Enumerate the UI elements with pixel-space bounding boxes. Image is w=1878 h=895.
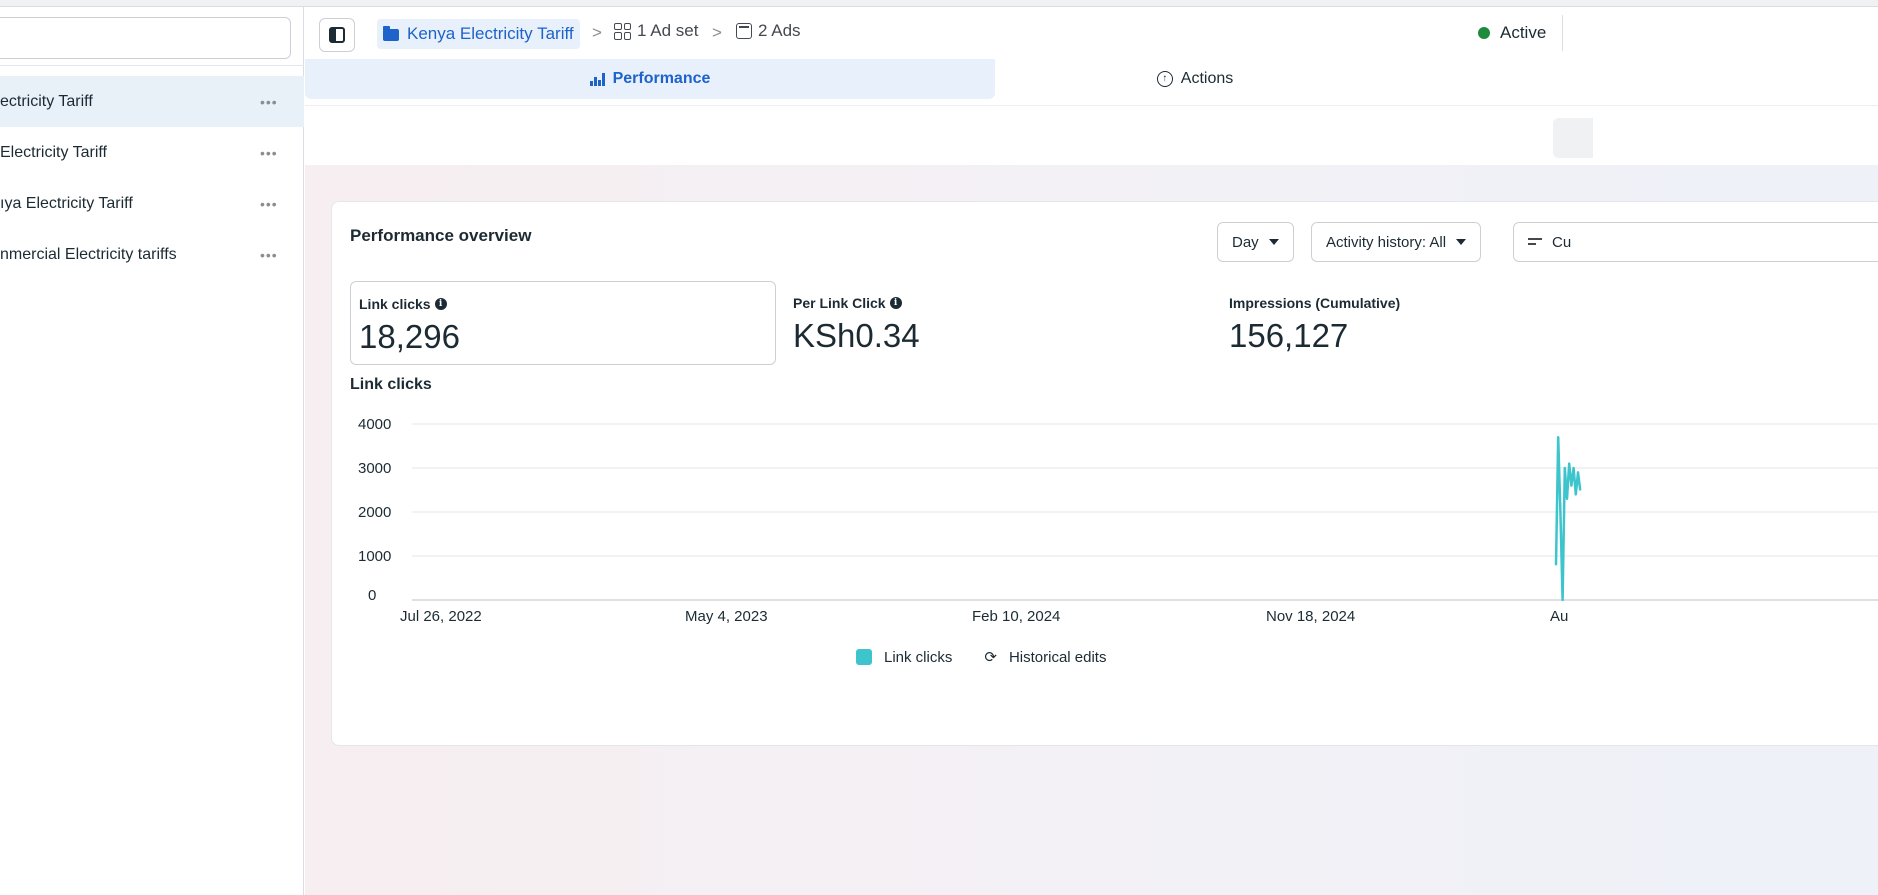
data-point[interactable]	[1564, 467, 1566, 469]
legend-label-link-clicks: Link clicks	[884, 648, 953, 666]
sidebar-item-campaign-3[interactable]: ıya Electricity Tariff •••	[0, 178, 304, 229]
window-frame: ectricity Tariff ••• Electricity Tariff …	[0, 0, 1878, 895]
performance-overview-card: Performance overview Day Activity histor…	[331, 201, 1878, 746]
tab-actions-label: Actions	[1180, 70, 1234, 87]
breadcrumb-adset-label: 1 Ad set	[637, 21, 699, 40]
tab-actions[interactable]: ↑ Actions	[995, 59, 1395, 99]
more-options-icon[interactable]: •••	[260, 145, 278, 161]
sidebar-item-label: nmercial Electricity tariffs	[0, 245, 177, 263]
breadcrumb-campaign[interactable]: Kenya Electricity Tariff	[377, 19, 580, 49]
x-tick-label: Feb 10, 2024	[972, 608, 1060, 625]
data-point[interactable]	[1555, 564, 1557, 566]
ads-manager-app: ectricity Tariff ••• Electricity Tariff …	[0, 6, 1878, 895]
data-point[interactable]	[1577, 471, 1579, 474]
more-options-icon[interactable]: •••	[260, 94, 278, 110]
status-indicator: Active	[1478, 23, 1546, 43]
y-tick-label: 4000	[358, 416, 391, 433]
sidebar-item-campaign-4[interactable]: nmercial Electricity tariffs •••	[0, 229, 304, 280]
series-line-link-clicks[interactable]	[1554, 435, 1582, 602]
breadcrumb-campaign-label: Kenya Electricity Tariff	[407, 24, 574, 43]
arrow-up-circle-icon: ↑	[1156, 71, 1173, 87]
bar-chart-icon	[589, 72, 605, 86]
sidebar-item-label: Electricity Tariff	[0, 143, 107, 161]
ad-set-grid-icon	[614, 22, 631, 40]
status-divider	[1562, 15, 1563, 51]
chart-legend: Link clicks ⟳ Historical edits	[856, 648, 1106, 666]
legend-label-historical-edits: Historical edits	[1008, 648, 1107, 666]
historical-edits-icon: ⟳	[984, 649, 997, 666]
data-point[interactable]	[1570, 484, 1573, 487]
data-point[interactable]	[1559, 511, 1562, 513]
toolbar-row	[305, 105, 1878, 165]
data-point[interactable]	[1575, 493, 1577, 496]
tab-bar: Performance ↑ Actions	[305, 59, 1878, 105]
y-tick-label: 2000	[358, 504, 391, 521]
more-options-icon[interactable]: •••	[260, 247, 278, 263]
data-point[interactable]	[1557, 436, 1559, 438]
x-tick-label: Nov 18, 2024	[1266, 608, 1355, 625]
breadcrumb-adset[interactable]: 1 Ad set	[614, 21, 698, 41]
data-point[interactable]	[1579, 489, 1581, 491]
legend-swatch-link-clicks	[856, 649, 872, 665]
y-tick-label: 3000	[358, 460, 391, 477]
x-tick-label: May 4, 2023	[685, 608, 768, 625]
x-tick-label: Jul 26, 2022	[400, 608, 482, 625]
breadcrumb-ads[interactable]: 2 Ads	[736, 21, 801, 41]
data-point[interactable]	[1561, 599, 1564, 601]
data-point[interactable]	[1568, 462, 1570, 465]
toggle-sidebar-button[interactable]	[319, 18, 355, 52]
sidebar-item-label: ectricity Tariff	[0, 92, 93, 110]
status-label: Active	[1500, 23, 1547, 42]
toolbar-button-partial[interactable]	[1553, 118, 1593, 158]
y-tick-label: 1000	[358, 548, 391, 565]
breadcrumb-separator: >	[712, 23, 722, 42]
ad-icon	[736, 23, 752, 39]
y-tick-label: 0	[368, 587, 376, 604]
sidebar-item-campaign-1[interactable]: ectricity Tariff •••	[0, 76, 304, 127]
sidebar-search-input[interactable]	[0, 17, 291, 59]
breadcrumb-ads-label: 2 Ads	[758, 21, 801, 40]
tab-performance[interactable]: Performance	[305, 59, 995, 99]
tab-performance-label: Performance	[612, 70, 711, 87]
breadcrumb-separator: >	[592, 23, 602, 42]
more-options-icon[interactable]: •••	[260, 196, 278, 212]
data-point[interactable]	[1572, 467, 1575, 469]
sidebar-item-label: ıya Electricity Tariff	[0, 194, 133, 212]
x-tick-label: Au	[1550, 608, 1568, 625]
sidebar-divider	[0, 65, 304, 66]
sidebar-item-campaign-2[interactable]: Electricity Tariff •••	[0, 127, 304, 178]
folder-icon	[383, 26, 399, 41]
data-point[interactable]	[1566, 498, 1568, 500]
status-dot-icon	[1478, 27, 1490, 39]
campaign-sidebar: ectricity Tariff ••• Electricity Tariff …	[0, 7, 304, 895]
top-bar: Kenya Electricity Tariff > 1 Ad set > 2 …	[305, 7, 1878, 59]
sidebar-panel-icon	[329, 27, 345, 43]
